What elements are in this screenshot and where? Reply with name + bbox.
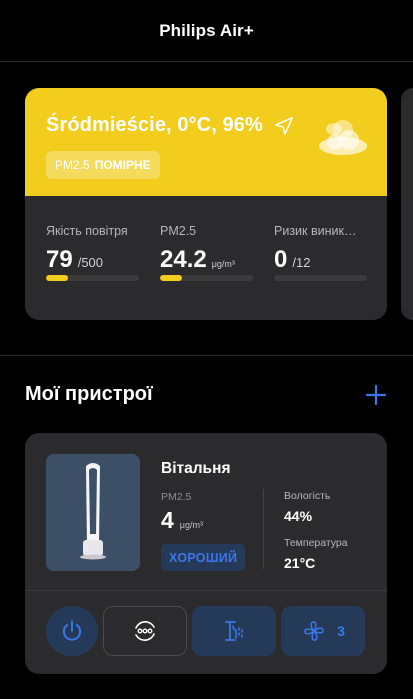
temperature-label: Температура (284, 537, 348, 549)
app-title: Philips Air+ (159, 20, 254, 40)
metric-suffix: /500 (77, 255, 104, 270)
controls-divider (25, 590, 387, 591)
pm-badge-level: ПОМІРНЕ (94, 158, 151, 172)
humidity-value: 44% (284, 508, 313, 524)
device-pm-value: 4 (161, 507, 174, 533)
fan-icon (304, 621, 324, 641)
devices-section-title: Мої пристрої (25, 383, 153, 405)
metric-risk: Ризик виник… 0 /12 (274, 224, 369, 274)
pm-level-badge: PM2.5 ПОМІРНЕ (46, 151, 160, 179)
app-header: Philips Air+ (0, 0, 413, 62)
device-image (46, 454, 140, 571)
humidity-label: Вологість (284, 490, 331, 502)
air-quality-status-badge: ХОРОШИЙ (161, 544, 246, 571)
device-card-living-room[interactable]: Вітальня PM2.5 4 μg/m³ ХОРОШИЙ Вологість… (25, 433, 387, 674)
metric-value: 24.2 (160, 246, 207, 273)
metric-pm25: PM2.5 24.2 μg/m³ (160, 224, 255, 274)
section-divider (0, 355, 413, 356)
vertical-divider (263, 489, 264, 569)
metric-label: PM2.5 (160, 224, 197, 238)
metric-unit: μg/m³ (211, 259, 235, 269)
device-name: Вітальня (161, 460, 231, 477)
device-pm-unit: μg/m³ (179, 520, 203, 530)
metric-progress-bar (160, 275, 253, 281)
metric-value: 79 (46, 246, 73, 273)
next-card-peek[interactable] (401, 88, 413, 320)
device-pm-label: PM2.5 (161, 491, 192, 503)
metric-air-quality-index: Якість повітря 79 /500 (46, 224, 141, 274)
humidify-button[interactable] (192, 606, 276, 656)
metric-suffix: /12 (292, 255, 311, 270)
metric-label: Ризик виник… (274, 224, 357, 238)
plus-icon[interactable] (364, 383, 388, 407)
power-icon (62, 620, 82, 641)
outdoor-air-quality-card[interactable]: Śródmieście, 0°C, 96% PM2.5 ПОМІРНЕ Якіс… (25, 88, 387, 320)
pm-badge-pollutant: PM2.5 (55, 158, 90, 172)
humidifier-icon (225, 621, 243, 641)
fan-speed-value: 3 (337, 623, 345, 639)
air-quality-metrics: Якість повітря 79 /500 PM2.5 24.2 μg/m³ … (25, 196, 387, 320)
temperature-value: 21°C (284, 555, 316, 571)
metric-progress-bar (46, 275, 139, 281)
metric-value: 0 (274, 246, 288, 273)
power-button[interactable] (46, 606, 98, 656)
metric-progress-bar (274, 275, 367, 281)
location-arrow-icon (274, 116, 293, 135)
auto-mode-button[interactable] (103, 606, 187, 656)
auto-mode-icon (135, 621, 155, 641)
location-weather-text: Śródmieście, 0°C, 96% (46, 114, 263, 136)
cloud-icon (319, 120, 367, 155)
metric-label: Якість повітря (46, 224, 128, 238)
air-quality-header: Śródmieście, 0°C, 96% PM2.5 ПОМІРНЕ (25, 88, 387, 196)
metric-progress-fill (160, 275, 183, 281)
fan-speed-button[interactable]: 3 (281, 606, 365, 656)
metric-progress-fill (46, 275, 69, 281)
